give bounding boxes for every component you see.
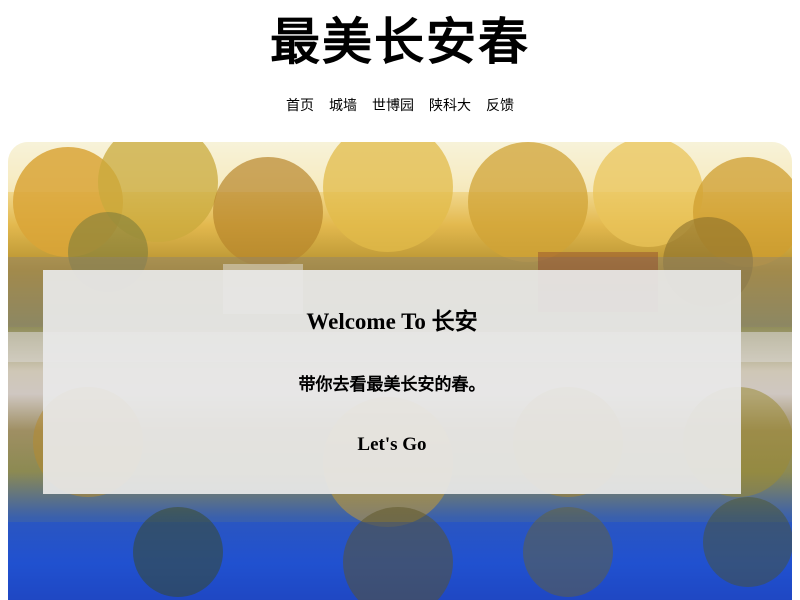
nav-item-home[interactable]: 首页 <box>286 95 314 115</box>
nav-item-feedback[interactable]: 反馈 <box>486 95 514 115</box>
site-title: 最美长安春 <box>270 12 530 71</box>
welcome-panel: Welcome To 长安 带你去看最美长安的春。 Let's Go <box>43 270 741 494</box>
welcome-subtitle: 带你去看最美长安的春。 <box>298 375 486 395</box>
nav-item-university[interactable]: 陕科大 <box>429 95 471 115</box>
nav-item-city-wall[interactable]: 城墙 <box>329 95 357 115</box>
welcome-heading: Welcome To 长安 <box>306 309 478 334</box>
lets-go-button[interactable]: Let's Go <box>342 430 442 460</box>
main-nav: 首页 城墙 世博园 陕科大 反馈 <box>0 95 800 115</box>
nav-item-expo-park[interactable]: 世博园 <box>372 95 414 115</box>
